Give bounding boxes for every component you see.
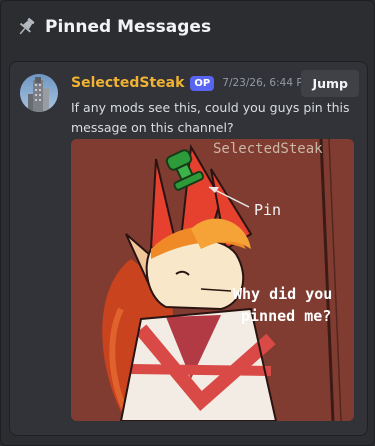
message-image[interactable]: SelectedSteak Pin Why did you pinned me? [71, 139, 354, 421]
panel-header: Pinned Messages [1, 1, 374, 53]
image-signature: SelectedSteak [213, 141, 323, 157]
timestamp: 7/23/26, 6:44 PM [222, 77, 312, 89]
message-text: If any mods see this, could you guys pin… [71, 100, 350, 135]
image-caption-line2: pinned me? [241, 307, 331, 325]
panel-title: Pinned Messages [45, 17, 212, 37]
username[interactable]: SelectedSteak [71, 75, 184, 91]
avatar[interactable] [20, 74, 58, 112]
image-pin-label: Pin [254, 201, 281, 219]
pin-icon [15, 16, 37, 38]
pinned-messages-panel: Pinned Messages SelectedSteak OP 7/23/26… [0, 0, 375, 446]
image-caption-line1: Why did you [233, 285, 332, 303]
message-header: SelectedSteak OP 7/23/26, 6:44 PM [71, 75, 312, 91]
op-badge: OP [190, 75, 215, 91]
pinned-message-card[interactable]: SelectedSteak OP 7/23/26, 6:44 PM Jump I… [9, 61, 368, 436]
jump-button[interactable]: Jump [301, 70, 359, 97]
